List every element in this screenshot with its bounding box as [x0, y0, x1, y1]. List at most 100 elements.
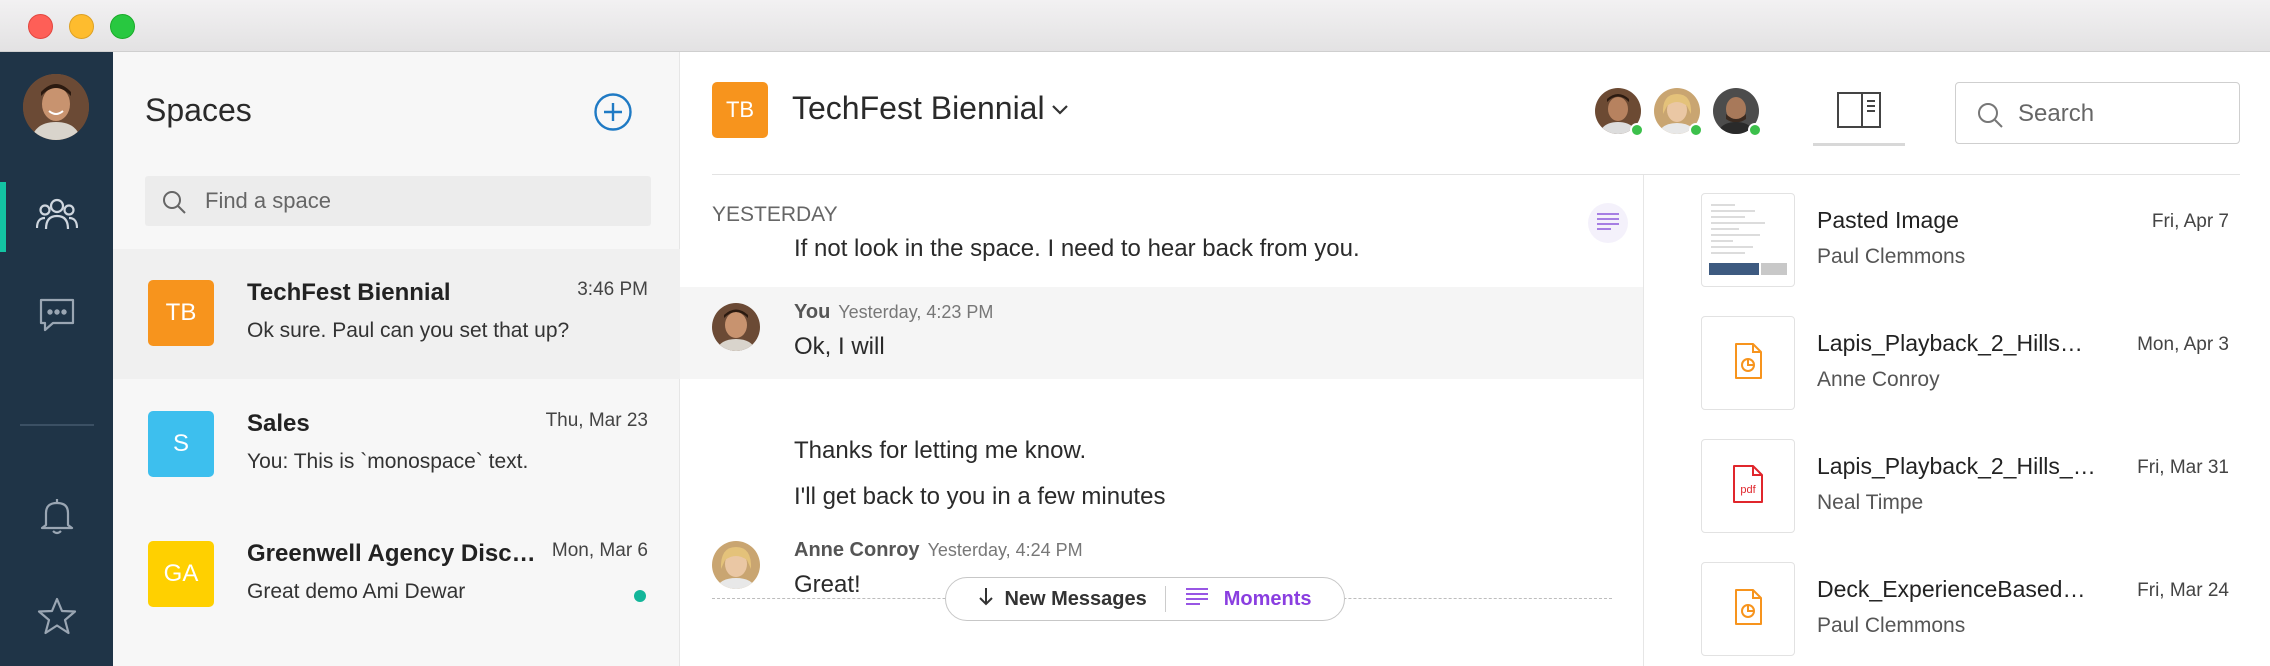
participant-avatar[interactable] — [1595, 88, 1644, 137]
space-preview: Ok sure. Paul can you set that up? — [247, 319, 570, 342]
unread-indicator — [634, 590, 646, 602]
message-text: Great! — [794, 571, 861, 598]
message-text: Ok, I will — [794, 333, 885, 360]
online-indicator — [1630, 123, 1644, 137]
file-date: Fri, Mar 24 — [2137, 580, 2229, 601]
file-item[interactable]: pdf Lapis_Playback_2_Hills_… Fri, Mar 31… — [1665, 421, 2240, 543]
message-menu-button[interactable] — [1588, 203, 1628, 243]
spaces-title: Spaces — [145, 92, 252, 128]
message-time: Yesterday, 4:23 PM — [838, 302, 994, 322]
message-feed[interactable]: YESTERDAY If not look in the space. I ne… — [680, 175, 1644, 666]
search-icon — [1976, 101, 2004, 134]
nav-notifications[interactable] — [0, 483, 113, 553]
participants[interactable] — [1595, 88, 1762, 138]
file-owner: Anne Conroy — [1817, 368, 1940, 391]
space-avatar: TB — [712, 82, 768, 138]
message-text: If not look in the space. I need to hear… — [794, 235, 1360, 262]
space-time: 3:46 PM — [577, 279, 648, 300]
space-preview: You: This is `monospace` text. — [247, 450, 529, 473]
file-date: Mon, Apr 3 — [2137, 334, 2229, 355]
space-avatar: GA — [148, 541, 214, 607]
file-date: Fri, Mar 31 — [2137, 457, 2229, 478]
title-bar — [0, 0, 2270, 52]
moments-icon — [1595, 211, 1621, 236]
space-avatar: TB — [148, 280, 214, 346]
day-label: YESTERDAY — [712, 203, 838, 226]
search-box — [1955, 82, 2240, 144]
file-item[interactable]: Lapis_Playback_2_Hills… Mon, Apr 3 Anne … — [1665, 298, 2240, 420]
search-icon — [161, 189, 187, 220]
space-name: Greenwell Agency Discu… — [247, 540, 547, 567]
author-avatar — [712, 303, 760, 351]
nav-spaces[interactable] — [0, 182, 113, 252]
minimize-window-button[interactable] — [69, 14, 94, 39]
message-meta: Anne Conroy Yesterday, 4:24 PM — [794, 539, 1083, 562]
people-icon — [35, 195, 78, 240]
presentation-file-icon — [1733, 588, 1763, 631]
find-space-input[interactable] — [205, 186, 625, 216]
zoom-window-button[interactable] — [110, 14, 135, 39]
space-name: Sales — [247, 410, 310, 437]
chevron-down-icon[interactable] — [1050, 102, 1070, 121]
files-panel: Pasted Image Fri, Apr 7 Paul Clemmons La… — [1665, 175, 2270, 666]
file-thumbnail — [1701, 562, 1795, 656]
space-item[interactable]: GA Greenwell Agency Discu… Mon, Mar 6 Gr… — [113, 510, 680, 640]
space-name: TechFest Biennial — [247, 279, 451, 306]
space-item[interactable]: TB TechFest Biennial 3:46 PM Ok sure. Pa… — [113, 249, 680, 379]
participant-avatar[interactable] — [1654, 88, 1703, 137]
online-indicator — [1748, 123, 1762, 137]
nav-messages[interactable] — [0, 282, 113, 352]
nav-favorites[interactable] — [0, 583, 113, 653]
space-item[interactable]: S Sales Thu, Mar 23 You: This is `monosp… — [113, 380, 680, 510]
author-name: Anne Conroy — [794, 539, 920, 561]
file-name: Pasted Image — [1817, 207, 1959, 233]
space-title[interactable]: TechFest Biennial — [792, 90, 1045, 127]
participant-avatar[interactable] — [1713, 88, 1762, 137]
app-window: Spaces TB TechFest Biennial 3:46 PM Ok s… — [0, 0, 2270, 666]
new-messages-label: New Messages — [1004, 587, 1147, 610]
svg-text:pdf: pdf — [1740, 484, 1756, 496]
file-name: Lapis_Playback_2_Hills_… — [1817, 453, 2096, 479]
conversation-header: TB TechFest Biennial — [680, 52, 2270, 174]
plus-circle-icon — [593, 93, 633, 136]
rail-divider — [20, 424, 94, 426]
file-date: Fri, Apr 7 — [2151, 211, 2229, 232]
find-space-box — [145, 176, 651, 226]
chat-bubble-icon — [37, 296, 77, 339]
file-name: Lapis_Playback_2_Hills… — [1817, 330, 2083, 356]
file-thumbnail — [1701, 316, 1795, 410]
search-input[interactable] — [2018, 99, 2218, 129]
moments-button[interactable]: Moments — [1166, 586, 1330, 612]
message-text: I'll get back to you in a few minutes — [794, 483, 1166, 510]
star-icon — [37, 596, 77, 641]
spaces-panel: Spaces TB TechFest Biennial 3:46 PM Ok s… — [113, 52, 680, 666]
space-preview: Great demo Ami Dewar — [247, 580, 466, 603]
moments-icon — [1184, 586, 1210, 612]
presentation-file-icon — [1733, 342, 1763, 385]
arrow-down-icon — [978, 586, 994, 612]
pdf-file-icon: pdf — [1731, 464, 1765, 509]
file-item[interactable]: Deck_ExperienceBased… Fri, Mar 24 Paul C… — [1665, 544, 2240, 666]
add-space-button[interactable] — [593, 92, 633, 132]
file-name: Deck_ExperienceBased… — [1817, 576, 2086, 602]
moments-label: Moments — [1223, 587, 1312, 610]
online-indicator — [1689, 123, 1703, 137]
author-avatar — [712, 541, 760, 589]
conversation-panel: TB TechFest Biennial Search YESTERDAY If… — [680, 52, 2270, 666]
my-avatar[interactable] — [23, 74, 89, 140]
message-time: Yesterday, 4:24 PM — [927, 540, 1083, 560]
file-item[interactable]: Pasted Image Fri, Apr 7 Paul Clemmons — [1665, 175, 2240, 297]
toggle-side-panel-button[interactable] — [1813, 82, 1905, 146]
jump-pill: New Messages Moments — [945, 577, 1345, 621]
file-owner: Neal Timpe — [1817, 491, 1924, 514]
image-thumbnail — [1701, 193, 1795, 287]
author-name: You — [794, 301, 831, 323]
message-item[interactable]: You Yesterday, 4:23 PM Ok, I will — [680, 287, 1643, 379]
file-thumbnail: pdf — [1701, 439, 1795, 533]
file-owner: Paul Clemmons — [1817, 614, 1966, 637]
navigation-rail — [0, 52, 113, 666]
message-meta: You Yesterday, 4:23 PM — [794, 301, 993, 324]
new-messages-button[interactable]: New Messages — [960, 586, 1164, 612]
file-owner: Paul Clemmons — [1817, 245, 1966, 268]
close-window-button[interactable] — [28, 14, 53, 39]
